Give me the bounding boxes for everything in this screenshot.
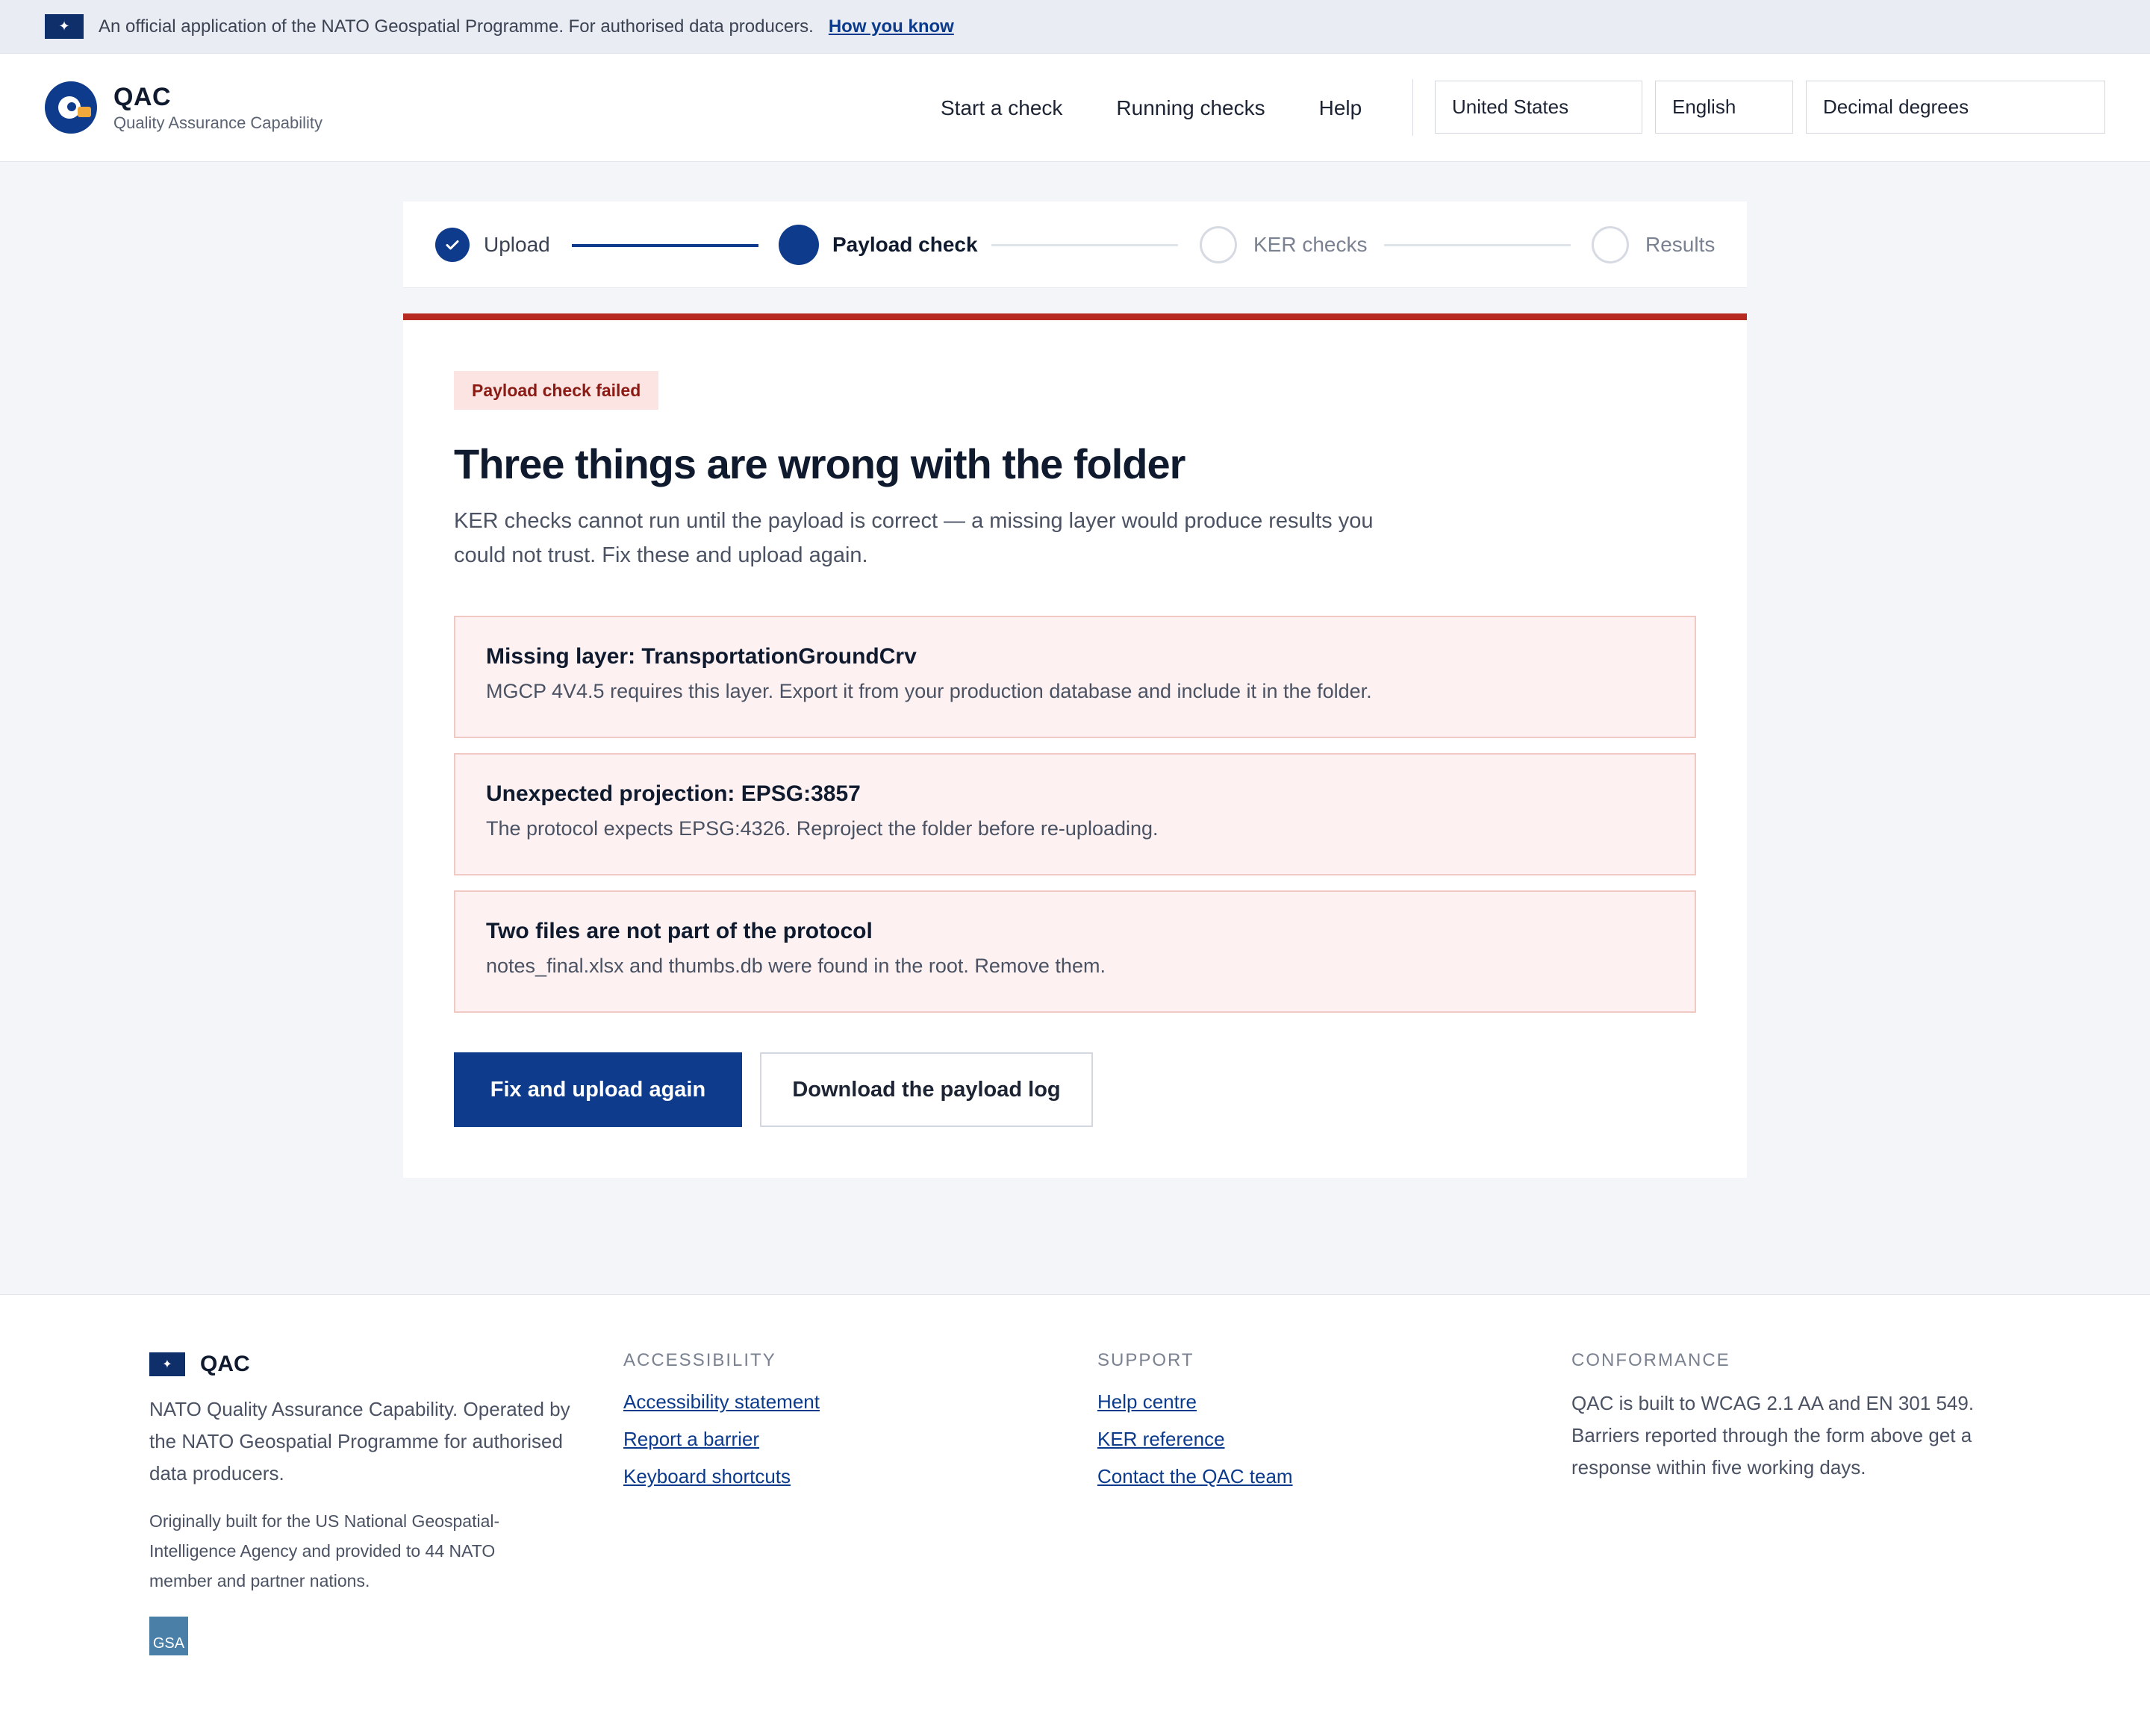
- issue-body: The protocol expects EPSG:4326. Reprojec…: [486, 817, 1159, 840]
- footer-origin-text: Originally built for the US National Geo…: [149, 1511, 500, 1590]
- footer-accessibility: ACCESSIBILITY Accessibility statement Re…: [623, 1350, 820, 1487]
- footer-about-text: NATO Quality Assurance Capability. Opera…: [149, 1398, 570, 1484]
- ker-reference-link[interactable]: KER reference: [1097, 1428, 1293, 1450]
- step-connector-done: [572, 244, 758, 247]
- nav-start-check[interactable]: Start a check: [941, 96, 1062, 120]
- main-nav: Start a check Running checks Help: [941, 54, 1362, 162]
- step-results-label: Results: [1645, 233, 1716, 256]
- coordinate-format-select[interactable]: Decimal degrees: [1806, 81, 2105, 134]
- status-badge: Payload check failed: [454, 371, 659, 410]
- nato-flag-icon: ✦: [45, 14, 84, 39]
- contact-team-link[interactable]: Contact the QAC team: [1097, 1465, 1293, 1487]
- footer-heading: SUPPORT: [1097, 1350, 1194, 1370]
- conformance-text: QAC is built to WCAG 2.1 AA and EN 301 5…: [1571, 1392, 1975, 1479]
- report-barrier-link[interactable]: Report a barrier: [623, 1428, 820, 1450]
- language-select[interactable]: English: [1655, 81, 1793, 134]
- how-you-know-link[interactable]: How you know: [829, 16, 954, 37]
- gsa-logo-icon: GSA: [149, 1617, 188, 1655]
- download-payload-log-button[interactable]: Download the payload log: [760, 1052, 1093, 1127]
- issue-item: Two files are not part of the protocol n…: [454, 890, 1696, 1013]
- issue-item: Unexpected projection: EPSG:3857 The pro…: [454, 753, 1696, 875]
- issue-body: MGCP 4V4.5 requires this layer. Export i…: [486, 680, 1372, 702]
- nav-running-checks[interactable]: Running checks: [1116, 96, 1265, 120]
- footer-about: ✦ QAC NATO Quality Assurance Capability.…: [149, 1352, 575, 1655]
- country-select[interactable]: United States: [1435, 81, 1642, 134]
- brand: QAC Quality Assurance Capability: [113, 83, 322, 133]
- nato-flag-icon: ✦: [149, 1352, 185, 1376]
- help-centre-link[interactable]: Help centre: [1097, 1390, 1293, 1413]
- issue-title: Missing layer: TransportationGroundCrv: [486, 644, 917, 669]
- step-ker-pending-icon: [1200, 226, 1237, 263]
- progress-stepper: Upload Payload check KER checks Results: [403, 202, 1747, 288]
- brand-name: QAC: [113, 82, 172, 111]
- page-lead: KER checks cannot run until the payload …: [454, 509, 1374, 567]
- step-upload-label: Upload: [484, 233, 550, 256]
- site-footer: ✦ QAC NATO Quality Assurance Capability.…: [0, 1294, 2150, 1736]
- keyboard-shortcuts-link[interactable]: Keyboard shortcuts: [623, 1465, 820, 1487]
- accessibility-statement-link[interactable]: Accessibility statement: [623, 1390, 820, 1413]
- footer-heading: ACCESSIBILITY: [623, 1350, 776, 1370]
- step-connector: [991, 244, 1178, 246]
- nav-help[interactable]: Help: [1319, 96, 1362, 120]
- footer-heading: CONFORMANCE: [1571, 1350, 1730, 1370]
- issue-title: Two files are not part of the protocol: [486, 919, 873, 943]
- qac-logo-icon[interactable]: [45, 81, 97, 134]
- banner-text: An official application of the NATO Geos…: [99, 16, 814, 37]
- footer-brand-name: QAC: [200, 1352, 250, 1376]
- step-ker-label: KER checks: [1253, 233, 1368, 256]
- footer-support: SUPPORT Help centre KER reference Contac…: [1097, 1350, 1293, 1487]
- official-banner: ✦ An official application of the NATO Ge…: [0, 0, 2150, 54]
- issue-item: Missing layer: TransportationGroundCrv M…: [454, 616, 1696, 738]
- brand-subtitle: Quality Assurance Capability: [113, 113, 323, 132]
- issue-body: notes_final.xlsx and thumbs.db were foun…: [486, 955, 1106, 977]
- step-connector: [1384, 244, 1571, 246]
- step-payload-current-icon: [779, 225, 819, 265]
- preference-selects: United States English Decimal degrees: [1435, 81, 2118, 134]
- page-title: Three things are wrong with the folder: [454, 440, 1185, 487]
- payload-error-card: Payload check failed Three things are wr…: [403, 313, 1747, 1178]
- fix-and-upload-button[interactable]: Fix and upload again: [454, 1052, 742, 1127]
- step-results-pending-icon: [1592, 226, 1629, 263]
- footer-brand: ✦ QAC: [149, 1352, 575, 1377]
- step-payload-label: Payload check: [832, 233, 978, 256]
- issue-title: Unexpected projection: EPSG:3857: [486, 781, 861, 806]
- footer-conformance: CONFORMANCE QAC is built to WCAG 2.1 AA …: [1571, 1350, 2019, 1484]
- nav-divider: [1412, 79, 1413, 136]
- step-upload-check-icon: [435, 228, 470, 262]
